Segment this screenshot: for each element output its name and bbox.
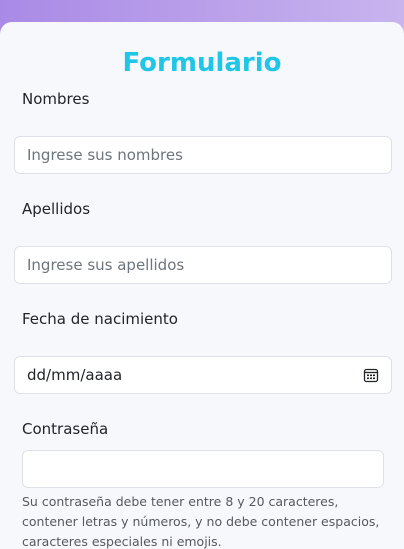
- calendar-icon[interactable]: [363, 367, 379, 383]
- nombres-placeholder: Ingrese sus nombres: [27, 146, 183, 164]
- apellidos-placeholder: Ingrese sus apellidos: [27, 256, 185, 274]
- nombres-label: Nombres: [22, 90, 90, 108]
- apellidos-input[interactable]: Ingrese sus apellidos: [14, 246, 392, 284]
- fecha-value: dd/mm/aaaa: [27, 366, 123, 384]
- contrasena-input[interactable]: [22, 450, 384, 488]
- fecha-nacimiento-input[interactable]: dd/mm/aaaa: [14, 356, 392, 394]
- contrasena-label: Contraseña: [22, 420, 109, 438]
- apellidos-label: Apellidos: [22, 200, 91, 218]
- contrasena-help-text: Su contraseña debe tener entre 8 y 20 ca…: [22, 494, 380, 549]
- nombres-input[interactable]: Ingrese sus nombres: [14, 136, 392, 174]
- fecha-label: Fecha de nacimiento: [22, 310, 178, 328]
- form-title: Formulario: [122, 48, 282, 78]
- form-card: Formulario Nombres Ingrese sus nombres A…: [0, 22, 404, 549]
